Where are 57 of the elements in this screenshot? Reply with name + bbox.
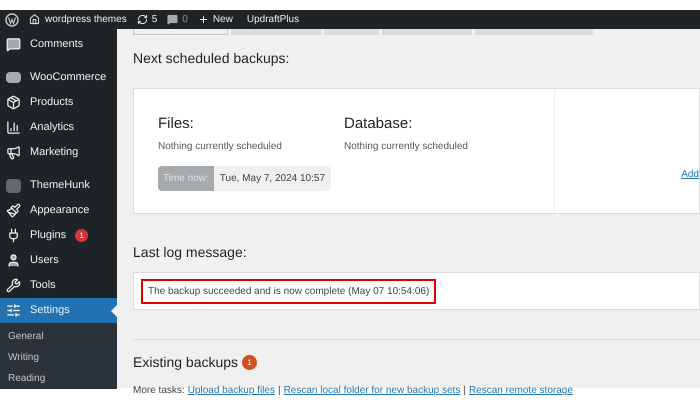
add-link[interactable]: Add bbox=[681, 167, 699, 213]
time-now-label: Time now: bbox=[158, 166, 214, 190]
task-link[interactable]: Rescan local folder for new backup sets bbox=[284, 383, 460, 398]
sidebar-item[interactable]: Plugins 1 bbox=[0, 223, 117, 248]
plugin-link[interactable]: UpdraftPlus bbox=[246, 12, 300, 27]
count-badge: 1 bbox=[242, 355, 258, 370]
paintbrush-icon bbox=[6, 203, 21, 218]
more-tasks-label: More tasks: bbox=[133, 384, 185, 398]
megaphone-icon bbox=[6, 145, 21, 160]
sidebar-item[interactable]: Settings bbox=[0, 298, 117, 323]
sidebar-item[interactable]: Tools bbox=[0, 273, 117, 298]
wordpress-logo-icon bbox=[5, 12, 19, 26]
submenu-item[interactable]: Writing bbox=[0, 347, 117, 368]
section-heading: Last log message: bbox=[133, 243, 248, 262]
tab[interactable] bbox=[324, 29, 379, 35]
database-status: Nothing currently scheduled bbox=[344, 140, 468, 154]
user-icon bbox=[6, 253, 21, 268]
refresh-icon bbox=[136, 14, 148, 25]
section-heading: Existing backups bbox=[133, 353, 238, 372]
new-link[interactable]: New bbox=[198, 12, 233, 27]
bar-chart-icon bbox=[6, 120, 21, 135]
tab[interactable] bbox=[382, 29, 472, 35]
settings-icon bbox=[6, 303, 21, 318]
sidebar-item[interactable]: Appearance bbox=[0, 198, 117, 223]
sidebar-item[interactable]: Products bbox=[0, 90, 117, 115]
database-label: Database: bbox=[344, 114, 414, 134]
files-label: Files: bbox=[158, 114, 195, 134]
count-badge: 1 bbox=[75, 229, 88, 242]
plug-icon bbox=[6, 228, 21, 243]
tab[interactable] bbox=[133, 29, 228, 35]
section-heading: Next scheduled backups: bbox=[133, 49, 290, 68]
sidebar-item[interactable]: Users bbox=[0, 248, 117, 273]
submenu-item[interactable]: General bbox=[0, 326, 117, 347]
box-icon bbox=[6, 95, 21, 110]
link-separator: | bbox=[463, 384, 466, 398]
sidebar-item[interactable]: ThemeHunk bbox=[0, 173, 117, 198]
tab[interactable] bbox=[231, 29, 321, 35]
updates-link[interactable]: 5 bbox=[136, 12, 158, 27]
log-message: The backup succeeded and is now complete (May 07 10:54:06) bbox=[141, 278, 436, 304]
sidebar-item[interactable]: WooCommerce bbox=[0, 65, 117, 90]
link-separator: | bbox=[278, 384, 281, 398]
comments-link[interactable]: 0 bbox=[167, 12, 188, 27]
plus-icon bbox=[198, 14, 209, 25]
files-status: Nothing currently scheduled bbox=[158, 140, 283, 154]
submenu-item[interactable]: Reading bbox=[0, 368, 117, 389]
task-link[interactable]: Rescan remote storage bbox=[468, 383, 573, 398]
site-link[interactable]: wordpress themes bbox=[29, 12, 127, 27]
sidebar-item[interactable]: Analytics bbox=[0, 115, 117, 140]
sidebar-item[interactable]: Marketing bbox=[0, 140, 117, 165]
tab[interactable] bbox=[475, 29, 593, 35]
home-icon bbox=[29, 14, 40, 25]
task-link[interactable]: Upload backup files bbox=[188, 383, 275, 398]
time-now-value: Tue, May 7, 2024 10:57 bbox=[214, 166, 332, 190]
sidebar-item[interactable]: Comments bbox=[0, 32, 117, 57]
speech-bubble-icon bbox=[167, 14, 178, 25]
speech-bubble-icon bbox=[6, 37, 21, 52]
wrench-icon bbox=[6, 278, 21, 293]
